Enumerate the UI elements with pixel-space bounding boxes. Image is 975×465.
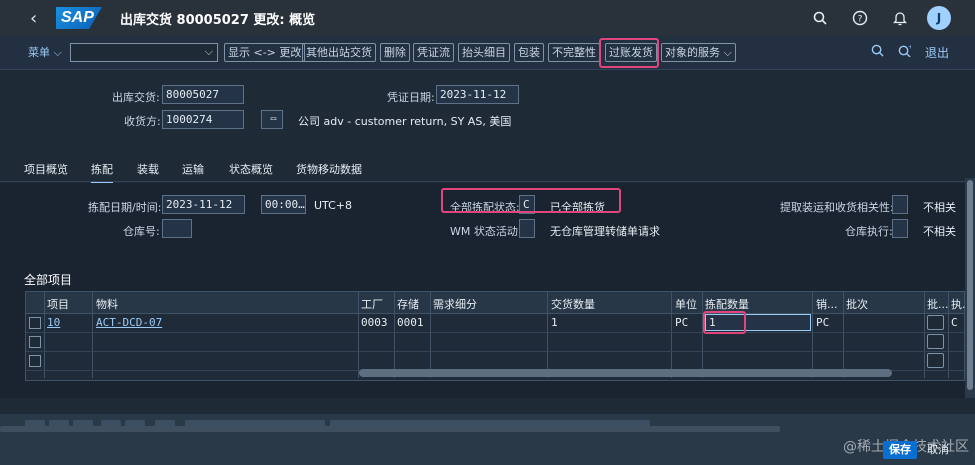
display-change-button[interactable]: 显示 <-> 更改 [224,43,306,62]
col-storage-location[interactable]: 存储 [397,296,419,312]
col-unit[interactable]: 单位 [675,296,697,312]
execution-cell: C [951,316,958,329]
col-picking-qty[interactable]: 拣配数量 [705,296,749,312]
col-item[interactable]: 项目 [47,296,69,312]
footer-bar [0,414,975,465]
ship-to-label: 收货方: [124,115,161,128]
delivery-field[interactable]: 80005027 [162,85,244,104]
menu-button[interactable]: 菜单 ⌵ [28,44,62,60]
shipping-relevance-field[interactable] [892,195,908,214]
packing-button[interactable]: 包装 [514,43,544,62]
plant-cell: 0003 [361,316,388,329]
warehouse-execution-label: 仓库执行: [845,225,893,238]
document-date-field[interactable]: 2023-11-12 [436,85,519,104]
vertical-scrollbar[interactable] [965,178,975,398]
wm-status-field[interactable] [519,219,535,238]
footer-scrollbar[interactable] [0,426,780,432]
warehouse-field[interactable] [162,219,192,238]
col-delivery-qty[interactable]: 交货数量 [551,296,595,312]
toolbar: 菜单 ⌵ ⌵ 显示 <-> 更改 其他出站交货 删除 凭证流 抬头细目 包装 不… [0,36,975,70]
tab-transport[interactable]: 运输 [182,161,204,177]
chevron-down-icon[interactable]: ⌵ [205,45,213,59]
items-table: 项目 物料 工厂 存储 需求细分 交货数量 单位 拣配数量 销... 批次 批.… [25,291,973,381]
header-details-button[interactable]: 抬头细目 [458,43,510,62]
scrollbar-thumb[interactable] [967,180,973,390]
timezone-text: UTC+8 [314,199,353,212]
sales-unit-cell: PC [816,316,830,329]
table-header: 项目 物料 工厂 存储 需求细分 交货数量 单位 拣配数量 销... 批次 批.… [26,292,973,314]
user-avatar[interactable]: J [927,6,951,30]
command-field[interactable]: ⌵ [70,43,218,62]
row-select-checkbox[interactable] [29,355,41,367]
shell-bar: ‹ SAP 出库交货 80005027 更改: 概览 ? J [0,0,975,36]
tab-picking[interactable]: 拣配 [91,161,113,185]
highlight-picking-status [441,188,621,213]
page-title[interactable]: 出库交货 80005027 更改: 概览 [120,9,315,28]
back-icon[interactable]: ‹ [30,8,46,29]
picking-time-field[interactable]: 00:00… [261,195,306,214]
batch-split-checkbox[interactable] [927,315,944,330]
picking-detail: 拣配日期/时间: 2023-11-12 00:00… UTC+8 仓库号: 全部… [0,183,973,398]
warehouse-label: 仓库号: [123,225,160,238]
highlight-picking-qty [703,311,746,334]
delivery-qty-cell: 1 [551,316,558,329]
find-icon[interactable] [871,44,884,61]
notification-bell-icon[interactable] [887,5,913,31]
row-select-checkbox[interactable] [29,317,41,329]
col-plant[interactable]: 工厂 [361,296,383,312]
col-sales-unit[interactable]: 销... [816,296,838,312]
tab-item-overview[interactable]: 项目概览 [24,161,68,177]
tab-goods-movement[interactable]: 货物移动数据 [296,161,362,177]
svg-text:?: ? [858,15,863,25]
save-button[interactable]: 保存 [883,441,917,459]
svg-text:+: + [908,45,911,51]
unit-cell: PC [675,316,689,329]
row-select-checkbox[interactable] [29,336,41,348]
shipping-relevance-label: 提取装运和收货相关性: [780,201,894,214]
find-next-icon[interactable]: + [898,44,913,61]
picking-date-field[interactable]: 2023-11-12 [162,195,245,214]
shipping-relevance-text: 不相关 [923,201,956,214]
col-batch-split[interactable]: 批... [927,296,949,312]
table-row[interactable] [26,333,964,352]
material-link[interactable]: ACT-DCD-07 [96,316,162,329]
header-area: 出库交货: 80005027 凭证日期: 2023-11-12 收货方: 100… [0,70,975,154]
storage-location-cell: 0001 [397,316,424,329]
address-card-icon[interactable]: ▭ [261,110,283,129]
services-for-object-button[interactable]: 对象的服务 ⌵ [661,43,736,62]
document-date-label: 凭证日期: [387,91,435,104]
item-number-link[interactable]: 10 [47,316,60,329]
warehouse-execution-text: 不相关 [923,225,956,238]
document-flow-button[interactable]: 凭证流 [413,43,454,62]
picking-date-label: 拣配日期/时间: [88,201,162,214]
tab-strip: 项目概览 拣配 装载 运输 状态概览 货物移动数据 [0,154,975,185]
help-icon[interactable]: ? [847,5,873,31]
search-icon[interactable] [807,5,833,31]
exit-button[interactable]: 退出 [925,44,949,61]
col-requirement-segment[interactable]: 需求细分 [433,296,477,312]
batch-split-checkbox[interactable] [927,353,944,368]
sap-logo[interactable]: SAP [56,7,102,29]
batch-split-checkbox[interactable] [927,334,944,349]
col-material[interactable]: 物料 [96,296,118,312]
horizontal-scrollbar[interactable] [359,369,892,377]
ship-to-name: 公司 adv - customer return, SY AS, 美国 [298,115,512,128]
col-batch[interactable]: 批次 [846,296,868,312]
other-outbound-delivery-button[interactable]: 其他出站交货 [302,43,376,62]
ship-to-field[interactable]: 1000274 [162,110,244,129]
warehouse-execution-field[interactable] [892,219,908,238]
delivery-label: 出库交货: [112,91,160,104]
incompleteness-button[interactable]: 不完整性 [548,43,600,62]
wm-status-label: WM 状态活动: [450,225,522,238]
delete-button[interactable]: 删除 [380,43,410,62]
tab-status-overview[interactable]: 状态概览 [229,161,273,177]
cancel-button[interactable]: 取消 [927,441,949,459]
table-row[interactable]: 10 ACT-DCD-07 0003 0001 1 PC 1 PC C [26,314,964,333]
highlight-post-goods-issue [599,38,659,68]
tab-loading[interactable]: 装载 [137,161,159,177]
wm-status-text: 无仓库管理转储单请求 [550,225,660,238]
all-items-title: 全部项目 [24,273,73,287]
